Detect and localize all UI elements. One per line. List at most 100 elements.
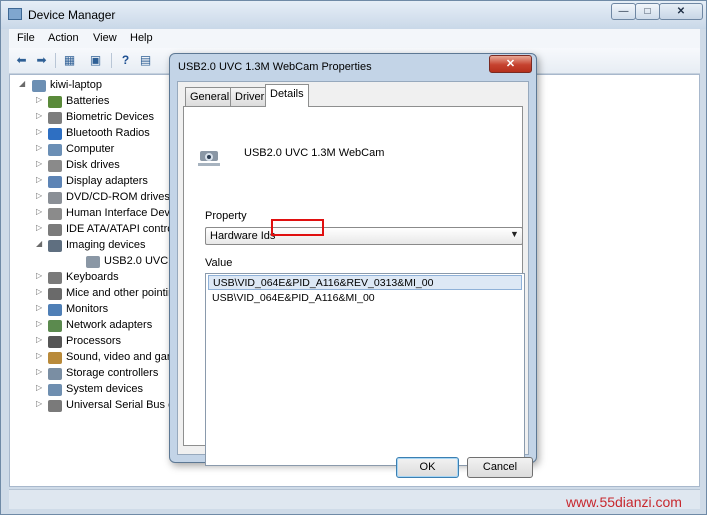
device-category-icon bbox=[48, 304, 62, 316]
tree-item-label: Bluetooth Radios bbox=[66, 127, 150, 139]
collapse-arrow-icon[interactable]: ◢ bbox=[19, 79, 29, 88]
expand-arrow-icon[interactable]: ▷ bbox=[36, 271, 46, 280]
tree-item-label: Sound, video and gam bbox=[66, 351, 177, 363]
menu-file[interactable]: File bbox=[17, 32, 35, 44]
toolbar-divider bbox=[55, 53, 56, 68]
webcam-icon bbox=[196, 149, 222, 167]
expand-arrow-icon[interactable]: ▷ bbox=[36, 143, 46, 152]
device-category-icon bbox=[48, 144, 62, 156]
cancel-button[interactable]: Cancel bbox=[467, 457, 533, 478]
device-category-icon bbox=[48, 112, 62, 124]
update-driver-icon[interactable]: ▣ bbox=[87, 52, 104, 69]
tree-item-label: Display adapters bbox=[66, 175, 148, 187]
details-panel: USB2.0 UVC 1.3M WebCam Property Hardware… bbox=[183, 106, 525, 466]
tree-item-label: Mice and other pointin bbox=[66, 287, 175, 299]
list-item[interactable]: USB\VID_064E&PID_A116&MI_00 bbox=[208, 291, 522, 306]
tree-item-label: Imaging devices bbox=[66, 239, 146, 251]
device-category-icon bbox=[48, 368, 62, 380]
dialog-title: USB2.0 UVC 1.3M WebCam Properties bbox=[178, 61, 372, 73]
menu-help[interactable]: Help bbox=[130, 32, 153, 44]
property-select-value: Hardware Ids bbox=[210, 230, 276, 242]
device-category-icon bbox=[48, 208, 62, 220]
help-icon[interactable]: ? bbox=[117, 52, 134, 69]
watermark: www.55dianzi.com bbox=[566, 494, 682, 510]
tab-general[interactable]: General bbox=[185, 87, 235, 106]
tree-item-label: Processors bbox=[66, 335, 122, 347]
tree-item-label: Universal Serial Bus co bbox=[66, 399, 180, 411]
device-name: USB2.0 UVC 1.3M WebCam bbox=[244, 147, 385, 159]
expand-arrow-icon[interactable]: ▷ bbox=[36, 351, 46, 360]
tree-root-label: kiwi-laptop bbox=[50, 79, 102, 91]
tree-item-label: Computer bbox=[66, 143, 115, 155]
tree-item-label: Batteries bbox=[66, 95, 110, 107]
tree-item-label: Monitors bbox=[66, 303, 109, 315]
dialog-close-button[interactable]: ✕ bbox=[489, 55, 532, 73]
forward-arrow-icon[interactable]: ➡ bbox=[33, 52, 50, 69]
tree-item-label: Network adapters bbox=[66, 319, 153, 331]
device-category-icon bbox=[48, 384, 62, 396]
tree-item-label: IDE ATA/ATAPI contro bbox=[66, 223, 174, 235]
device-category-icon bbox=[48, 240, 62, 252]
expand-arrow-icon[interactable]: ▷ bbox=[36, 159, 46, 168]
tree-item-label: DVD/CD-ROM drives bbox=[66, 191, 170, 203]
device-category-icon bbox=[48, 96, 62, 108]
title-bar: Device Manager — □ ✕ bbox=[1, 1, 706, 29]
computer-icon bbox=[32, 80, 46, 92]
device-category-icon bbox=[48, 128, 62, 140]
device-category-icon bbox=[48, 160, 62, 172]
device-category-icon bbox=[48, 224, 62, 236]
expand-arrow-icon[interactable]: ▷ bbox=[36, 191, 46, 200]
device-category-icon bbox=[48, 288, 62, 300]
menu-view[interactable]: View bbox=[93, 32, 117, 44]
expand-arrow-icon[interactable]: ▷ bbox=[36, 95, 46, 104]
device-category-icon bbox=[48, 352, 62, 364]
ok-button[interactable]: OK bbox=[396, 457, 459, 478]
back-arrow-icon[interactable]: ⬅ bbox=[13, 52, 30, 69]
list-item[interactable]: USB\VID_064E&PID_A116&REV_0313&MI_00 bbox=[208, 275, 522, 290]
property-select[interactable]: Hardware Ids ▼ bbox=[205, 227, 523, 245]
minimize-button[interactable]: — bbox=[611, 3, 636, 20]
device-manager-icon bbox=[8, 8, 22, 20]
expand-arrow-icon[interactable]: ▷ bbox=[36, 223, 46, 232]
collapse-arrow-icon[interactable]: ◢ bbox=[36, 239, 46, 248]
expand-arrow-icon[interactable]: ▷ bbox=[36, 287, 46, 296]
expand-arrow-icon[interactable]: ▷ bbox=[36, 303, 46, 312]
device-category-icon bbox=[48, 272, 62, 284]
chevron-down-icon: ▼ bbox=[510, 229, 519, 239]
expand-arrow-icon[interactable]: ▷ bbox=[36, 383, 46, 392]
tree-item-label: System devices bbox=[66, 383, 144, 395]
menu-action[interactable]: Action bbox=[48, 32, 79, 44]
expand-arrow-icon[interactable]: ▷ bbox=[36, 175, 46, 184]
device-category-icon bbox=[48, 400, 62, 412]
expand-arrow-icon[interactable]: ▷ bbox=[36, 111, 46, 120]
scan-hardware-icon[interactable]: ▤ bbox=[137, 52, 154, 69]
value-label: Value bbox=[205, 257, 233, 269]
expand-arrow-icon[interactable]: ▷ bbox=[36, 127, 46, 136]
expand-arrow-icon[interactable]: ▷ bbox=[36, 319, 46, 328]
expand-arrow-icon[interactable]: ▷ bbox=[36, 367, 46, 376]
tree-item-label: Human Interface Devic bbox=[66, 207, 178, 219]
property-label: Property bbox=[205, 210, 247, 222]
value-list[interactable]: USB\VID_064E&PID_A116&REV_0313&MI_00 USB… bbox=[205, 273, 525, 466]
toolbar-divider bbox=[111, 53, 112, 68]
window-title: Device Manager bbox=[28, 8, 116, 22]
tab-details[interactable]: Details bbox=[265, 84, 309, 107]
device-category-icon bbox=[86, 256, 100, 268]
expand-arrow-icon[interactable]: ▷ bbox=[36, 207, 46, 216]
highlight-box bbox=[271, 219, 324, 236]
expand-arrow-icon[interactable]: ▷ bbox=[36, 399, 46, 408]
device-category-icon bbox=[48, 336, 62, 348]
close-button[interactable]: ✕ bbox=[659, 3, 703, 20]
tree-item-label: Keyboards bbox=[66, 271, 119, 283]
expand-arrow-icon[interactable]: ▷ bbox=[36, 335, 46, 344]
tree-item-label: Biometric Devices bbox=[66, 111, 155, 123]
device-category-icon bbox=[48, 176, 62, 188]
tree-item-label: Disk drives bbox=[66, 159, 120, 171]
properties-icon[interactable]: ▦ bbox=[61, 52, 78, 69]
maximize-button[interactable]: □ bbox=[635, 3, 660, 20]
properties-dialog: USB2.0 UVC 1.3M WebCam Properties ✕ Gene… bbox=[169, 53, 537, 478]
device-category-icon bbox=[48, 320, 62, 332]
device-category-icon bbox=[48, 192, 62, 204]
tab-driver[interactable]: Driver bbox=[230, 87, 270, 106]
tree-item-label: Storage controllers bbox=[66, 367, 159, 379]
